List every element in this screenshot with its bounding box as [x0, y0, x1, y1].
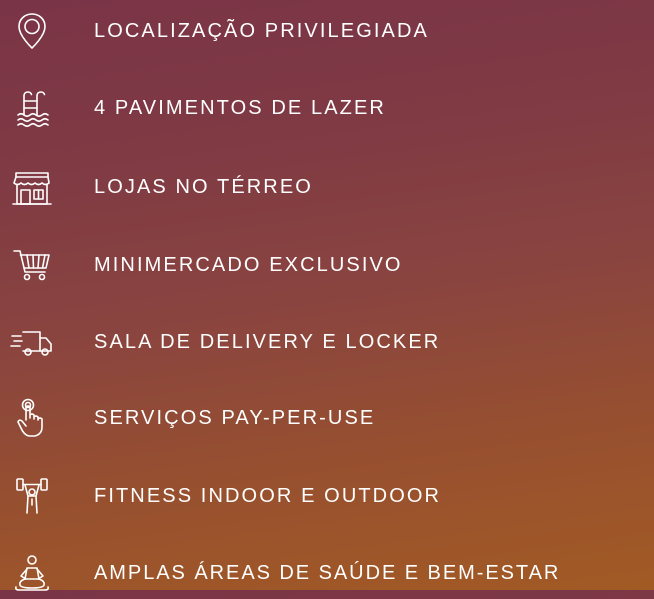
feature-label: LOJAS NO TÉRREO — [94, 176, 313, 198]
feature-lojas: LOJAS NO TÉRREO — [0, 161, 654, 213]
delivery-truck-icon — [10, 320, 54, 364]
feature-delivery: SALA DE DELIVERY E LOCKER — [0, 316, 654, 368]
feature-label: AMPLAS ÁREAS DE SAÚDE E BEM-ESTAR — [94, 562, 561, 584]
touch-hand-icon — [10, 396, 54, 440]
feature-label: SERVIÇOS PAY-PER-USE — [94, 407, 376, 429]
feature-label: MINIMERCADO EXCLUSIVO — [94, 254, 403, 276]
meditation-icon — [10, 551, 54, 595]
storefront-icon — [10, 165, 54, 209]
feature-saude: AMPLAS ÁREAS DE SAÚDE E BEM-ESTAR — [0, 547, 654, 599]
feature-label: LOCALIZAÇÃO PRIVILEGIADA — [94, 20, 429, 42]
swimming-pool-icon — [10, 86, 54, 130]
feature-fitness: FITNESS INDOOR E OUTDOOR — [0, 470, 654, 522]
feature-label: FITNESS INDOOR E OUTDOOR — [94, 485, 442, 507]
weightlifting-icon — [10, 474, 54, 518]
feature-label: SALA DE DELIVERY E LOCKER — [94, 331, 441, 353]
feature-pay-per-use: SERVIÇOS PAY-PER-USE — [0, 392, 654, 444]
feature-label: 4 PAVIMENTOS DE LAZER — [94, 97, 386, 119]
location-pin-icon — [10, 9, 54, 53]
feature-minimercado: MINIMERCADO EXCLUSIVO — [0, 239, 654, 291]
feature-lazer: 4 PAVIMENTOS DE LAZER — [0, 82, 654, 134]
shopping-cart-icon — [10, 243, 54, 287]
feature-localizacao: LOCALIZAÇÃO PRIVILEGIADA — [0, 5, 654, 57]
